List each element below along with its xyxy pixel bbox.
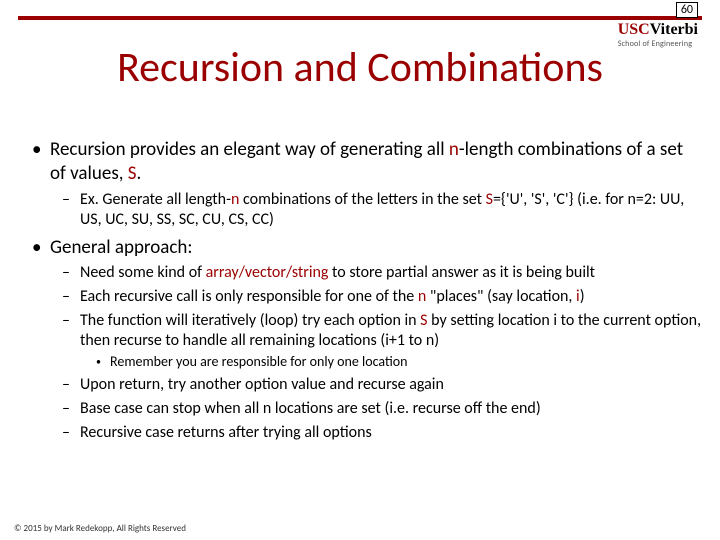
bullet-2-sub-5: Base case can stop when all n locations … [50, 399, 702, 419]
logo-usc: USC [618, 21, 650, 38]
bullet-2-sub-3: The function will iteratively (loop) try… [50, 311, 702, 371]
bullet-2-sub-6: Recursive case returns after trying all … [50, 423, 702, 443]
slide: 60 USCViterbi School of Engineering Recu… [0, 0, 720, 540]
bullet-1-sub-1: Ex. Generate all length-n combinations o… [50, 190, 702, 230]
page-number: 60 [676, 2, 698, 18]
body-content: Recursion provides an elegant way of gen… [28, 138, 702, 449]
copyright-footer: © 2015 by Mark Redekopp, All Rights Rese… [14, 523, 186, 534]
header-rule [18, 16, 702, 20]
bullet-2-sub-2: Each recursive call is only responsible … [50, 287, 702, 307]
bullet-2-sub-4: Upon return, try another option value an… [50, 375, 702, 395]
bullet-2-text: General approach: [50, 236, 192, 259]
bullet-2: General approach: Need some kind of arra… [28, 236, 702, 443]
bullet-2-sub-1: Need some kind of array/vector/string to… [50, 263, 702, 283]
bullet-1: Recursion provides an elegant way of gen… [28, 138, 702, 230]
bullet-2-sub-3-sub-1: Remember you are responsible for only on… [80, 353, 702, 371]
logo-viterbi: Viterbi [650, 21, 698, 38]
slide-title: Recursion and Combinations [0, 42, 720, 93]
bullet-1-text: Recursion provides an elegant way of gen… [50, 138, 683, 185]
